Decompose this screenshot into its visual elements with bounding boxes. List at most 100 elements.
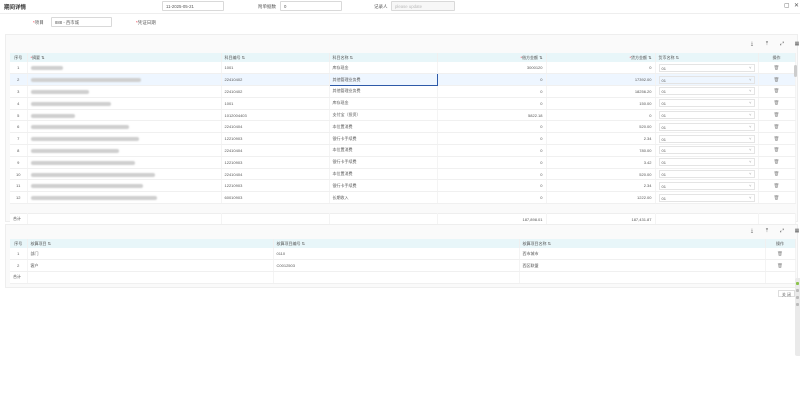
delete-icon[interactable]: 🗑: [774, 124, 780, 129]
close-button[interactable]: 关 闭: [777, 290, 795, 297]
entry-account-name[interactable]: 库存现金: [329, 62, 438, 75]
insert-row-icon[interactable]: ⤓: [748, 228, 756, 236]
entry-currency[interactable]: 01 ˅: [655, 97, 759, 110]
entry-currency[interactable]: 01 ˅: [655, 120, 759, 134]
project-select[interactable]: 888 - 西市城: [51, 17, 112, 27]
entry-account-name[interactable]: 库存现金: [329, 97, 438, 110]
export-icon[interactable]: ⤒: [763, 41, 771, 49]
aux-code[interactable]: C0012503: [273, 259, 520, 273]
entry-debit[interactable]: 0: [437, 168, 547, 181]
entry-currency[interactable]: 01 ˅: [655, 85, 759, 98]
entry-debit[interactable]: 0: [437, 132, 547, 146]
col-credit[interactable]: *贷方金额 ⇅: [546, 53, 656, 62]
delete-icon[interactable]: 🗑: [774, 112, 780, 117]
entry-currency[interactable]: 01 ˅: [655, 168, 759, 181]
entry-debit[interactable]: 0: [437, 120, 547, 134]
aux-item[interactable]: 部门: [27, 248, 274, 261]
entry-currency[interactable]: 01 ˅: [655, 109, 759, 122]
entry-summary[interactable]: [27, 73, 222, 87]
entry-account-code[interactable]: 22410402: [221, 85, 330, 98]
aux-col-code[interactable]: 核算项目编号 ⇅: [273, 239, 520, 248]
entry-row[interactable]: 10 22410404 本位置消费 0 520.00 01 ˅ 🗑: [10, 168, 796, 181]
entry-credit[interactable]: 1222.00: [546, 191, 656, 205]
entry-summary[interactable]: [27, 109, 222, 122]
currency-select[interactable]: 01 ˅: [658, 170, 755, 179]
entries-scrollbar[interactable]: [794, 65, 797, 77]
insert-row-icon[interactable]: ⤓: [748, 41, 756, 49]
entry-account-code[interactable]: 22410404: [221, 168, 330, 181]
entry-credit[interactable]: 18256.20: [546, 85, 656, 98]
delete-icon[interactable]: 🗑: [777, 263, 783, 268]
entry-currency[interactable]: 01 ˅: [655, 179, 759, 193]
entry-row[interactable]: 4 1001 库存现金 0 150.00 01 ˅ 🗑: [10, 97, 796, 110]
entry-row[interactable]: 8 22410404 本位置消费 0 780.00 01 ˅ 🗑: [10, 144, 796, 157]
attachments-input[interactable]: 0: [280, 1, 342, 11]
currency-select[interactable]: 01 ˅: [658, 87, 755, 96]
entry-currency[interactable]: 01 ˅: [655, 144, 759, 157]
entry-debit[interactable]: 0: [437, 73, 547, 87]
delete-icon[interactable]: 🗑: [774, 195, 780, 200]
currency-select[interactable]: 01 ˅: [658, 75, 755, 84]
delete-icon[interactable]: 🗑: [774, 100, 780, 105]
side-tool-tab[interactable]: [795, 278, 800, 356]
entry-credit[interactable]: 0: [546, 62, 656, 75]
entry-row[interactable]: 1 1001 库存现金 3000120 0 01 ˅ 🗑: [10, 62, 796, 75]
currency-select[interactable]: 01 ˅: [658, 63, 755, 72]
entry-account-name[interactable]: 银行卡手续费: [329, 156, 438, 169]
entry-credit[interactable]: 17392.00: [546, 73, 656, 87]
delete-icon[interactable]: 🗑: [774, 136, 780, 141]
entry-summary[interactable]: [27, 85, 222, 98]
entry-credit[interactable]: 0: [546, 109, 656, 122]
entry-debit[interactable]: 3000120: [437, 62, 547, 75]
delete-icon[interactable]: 🗑: [774, 183, 780, 188]
column-settings-icon[interactable]: ▦: [793, 228, 800, 236]
entry-account-code[interactable]: 22410404: [221, 120, 330, 134]
col-debit[interactable]: *借方金额 ⇅: [437, 53, 547, 62]
fullscreen-icon[interactable]: ⤢: [778, 228, 786, 236]
entry-credit[interactable]: 150.00: [546, 97, 656, 110]
entry-row[interactable]: 3 22410402 其他管理业务费 0 18256.20 01 ˅ 🗑: [10, 85, 796, 98]
entry-debit[interactable]: 5822.18: [437, 109, 547, 122]
entry-summary[interactable]: [27, 132, 222, 146]
delete-icon[interactable]: 🗑: [774, 171, 780, 176]
entry-debit[interactable]: 0: [437, 85, 547, 98]
entry-account-code[interactable]: 1001: [221, 97, 330, 110]
aux-name[interactable]: 西区联盟: [519, 259, 766, 273]
currency-select[interactable]: 01 ˅: [658, 181, 755, 190]
col-account-code[interactable]: 科目编号 ⇅: [221, 53, 330, 62]
entry-credit[interactable]: 2.34: [546, 132, 656, 146]
entry-account-code[interactable]: 60010903: [221, 191, 330, 205]
entry-account-code[interactable]: 22410404: [221, 144, 330, 157]
delete-icon[interactable]: 🗑: [774, 147, 780, 152]
entry-summary[interactable]: [27, 156, 222, 169]
entry-summary[interactable]: [27, 97, 222, 110]
col-summary[interactable]: *摘要 ⇅: [27, 53, 222, 62]
delete-icon[interactable]: 🗑: [774, 77, 780, 82]
entry-currency[interactable]: 01 ˅: [655, 132, 759, 146]
entry-summary[interactable]: [27, 168, 222, 181]
entry-account-code[interactable]: 22410402: [221, 73, 330, 87]
entry-debit[interactable]: 0: [437, 156, 547, 169]
entry-account-name[interactable]: 本位置消费: [329, 168, 438, 181]
entry-account-name[interactable]: 银行卡手续费: [329, 179, 438, 193]
entry-credit[interactable]: 520.00: [546, 120, 656, 134]
aux-code[interactable]: 0110: [273, 248, 520, 261]
fullscreen-icon[interactable]: ⤢: [778, 41, 786, 49]
entry-row[interactable]: 2 22410402 其他管理业务费 0 17392.00 01 ˅ 🗑: [10, 73, 796, 87]
entry-row[interactable]: 9 12210903 银行卡手续费 0 3.42 01 ˅ 🗑: [10, 156, 796, 169]
currency-select[interactable]: 01 ˅: [658, 122, 755, 131]
close-icon[interactable]: ✕: [794, 2, 799, 9]
column-settings-icon[interactable]: ▦: [793, 41, 800, 49]
delete-icon[interactable]: 🗑: [777, 251, 783, 256]
entry-row[interactable]: 6 22410404 本位置消费 0 520.00 01 ˅ 🗑: [10, 120, 796, 134]
entry-debit[interactable]: 0: [437, 97, 547, 110]
entry-account-code[interactable]: 1012004403: [221, 109, 330, 122]
entry-credit[interactable]: 3.42: [546, 156, 656, 169]
entry-debit[interactable]: 0: [437, 191, 547, 205]
delete-icon[interactable]: 🗑: [774, 65, 780, 70]
voucher-date-input[interactable]: 11-2025-05-21: [162, 1, 224, 11]
currency-select[interactable]: 01 ˅: [658, 99, 755, 108]
entry-currency[interactable]: 01 ˅: [655, 156, 759, 169]
delete-icon[interactable]: 🗑: [774, 159, 780, 164]
entry-row[interactable]: 12 60010903 长期收入 0 1222.00 01 ˅ 🗑: [10, 191, 796, 205]
